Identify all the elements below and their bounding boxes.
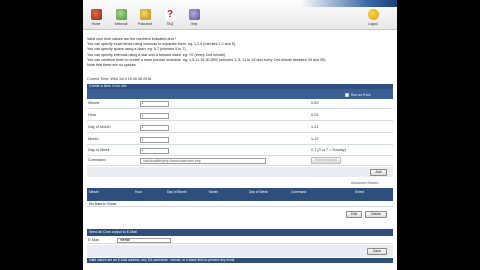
save-button[interactable]: Save: [367, 247, 387, 255]
left-letterbox: [0, 0, 83, 270]
minute-range: 0-59: [311, 101, 319, 105]
email-row: E-Mail: [87, 236, 393, 244]
month-row: Month 1-12: [87, 135, 393, 145]
add-button-row: [87, 167, 393, 177]
hour-label: Hour: [88, 113, 97, 117]
column-day-of-week[interactable]: Day of Week: [249, 190, 271, 195]
toolbar-home[interactable]: Home: [86, 9, 106, 26]
password-icon: [139, 9, 151, 20]
column-command[interactable]: Command: [291, 190, 306, 195]
column-month[interactable]: Month: [209, 190, 218, 195]
email-section-header: Send all Cron output to E-Mail: [87, 229, 393, 236]
toolbar-logout[interactable]: Logout: [363, 9, 383, 26]
logout-icon: [367, 9, 379, 20]
add-button[interactable]: Add: [370, 168, 387, 176]
toolbar-help[interactable]: Help: [184, 9, 204, 26]
day-of-week-range: 0-7 (0 or 7 = Sunday): [311, 148, 346, 152]
month-input[interactable]: [140, 136, 169, 143]
column-minute[interactable]: Minute: [89, 190, 99, 195]
toolbar-webmail-label: Webmail: [114, 22, 128, 26]
run-as-root-checkbox[interactable]: [345, 93, 349, 97]
brand-logo-strip: [299, 0, 397, 7]
day-of-month-label: Day of Month: [88, 125, 111, 129]
minute-row: Minute 0-59: [87, 99, 393, 109]
email-input[interactable]: [117, 237, 171, 243]
column-day-of-month[interactable]: Day of Month: [167, 190, 189, 195]
day-of-month-range: 1-31: [311, 125, 319, 129]
faq-icon: ?: [164, 9, 176, 20]
toolbar-help-label: Help: [190, 22, 198, 26]
toolbar-home-label: Home: [91, 22, 101, 26]
run-as-root-label: Run as Root: [351, 92, 371, 97]
day-of-month-input[interactable]: [140, 124, 169, 131]
create-cron-title: Create a New Cron Job: [89, 84, 127, 88]
help-icon: [188, 9, 200, 20]
minute-input[interactable]: [140, 100, 169, 107]
home-icon: [90, 9, 102, 20]
email-label: E-Mail: [88, 238, 99, 242]
hour-input[interactable]: [140, 112, 169, 119]
empty-table-message: No Data to Show: [87, 201, 393, 207]
toolbar-faq-label: FAQ: [166, 22, 174, 26]
toolbar-logout-label: Logout: [367, 22, 379, 26]
delete-button[interactable]: Delete: [365, 211, 387, 218]
current-time: Current Time: Wed Jul 4 15:40:38 2018: [87, 77, 152, 81]
top-toolbar: Home Webmail Password ? FAQ Help Logout: [83, 0, 397, 30]
month-label: Month: [88, 137, 99, 141]
control-panel-page: Home Webmail Password ? FAQ Help Logout …: [83, 0, 397, 270]
advanced-search-link[interactable]: Advanced Search: [351, 181, 379, 185]
email-footer-note: Valid values are an E-Mail address, any …: [87, 258, 393, 263]
save-button-row: [87, 245, 393, 257]
day-of-week-row: Day of Week 0-7 (0 or 7 = Sunday): [87, 146, 393, 156]
email-section-title: Send all Cron output to E-Mail: [89, 230, 137, 234]
webmail-icon: [115, 9, 127, 20]
command-row: Command /usr/local/bin/php /home/user/cr…: [87, 156, 393, 166]
command-label: Command: [88, 158, 106, 162]
month-range: 1-12: [311, 137, 319, 141]
command-input[interactable]: /usr/local/bin/php /home/user/cron.php: [140, 157, 266, 164]
right-letterbox: [397, 0, 480, 270]
prevent-email-button[interactable]: Prevent Email: [311, 157, 341, 164]
toolbar-password[interactable]: Password: [135, 9, 155, 26]
toolbar-webmail[interactable]: Webmail: [111, 9, 131, 26]
hour-range: 0-23: [311, 113, 319, 117]
cron-instructions: Valid cron time values are the numbers i…: [87, 37, 393, 68]
edit-button[interactable]: Edit: [346, 211, 362, 218]
day-of-week-label: Day of Week: [88, 148, 110, 152]
column-select[interactable]: Select: [355, 190, 364, 195]
hour-row: Hour 0-23: [87, 111, 393, 121]
cron-table-header: Minute Hour Day of Month Month Day of We…: [87, 188, 393, 201]
toolbar-faq[interactable]: ? FAQ: [160, 9, 180, 26]
column-hour[interactable]: Hour: [135, 190, 142, 195]
minute-label: Minute: [88, 101, 100, 105]
day-of-week-input[interactable]: [140, 147, 169, 154]
toolbar-password-label: Password: [137, 22, 153, 26]
instruction-line: Note that there are no spaces.: [87, 63, 137, 68]
day-of-month-row: Day of Month 1-31: [87, 123, 393, 133]
